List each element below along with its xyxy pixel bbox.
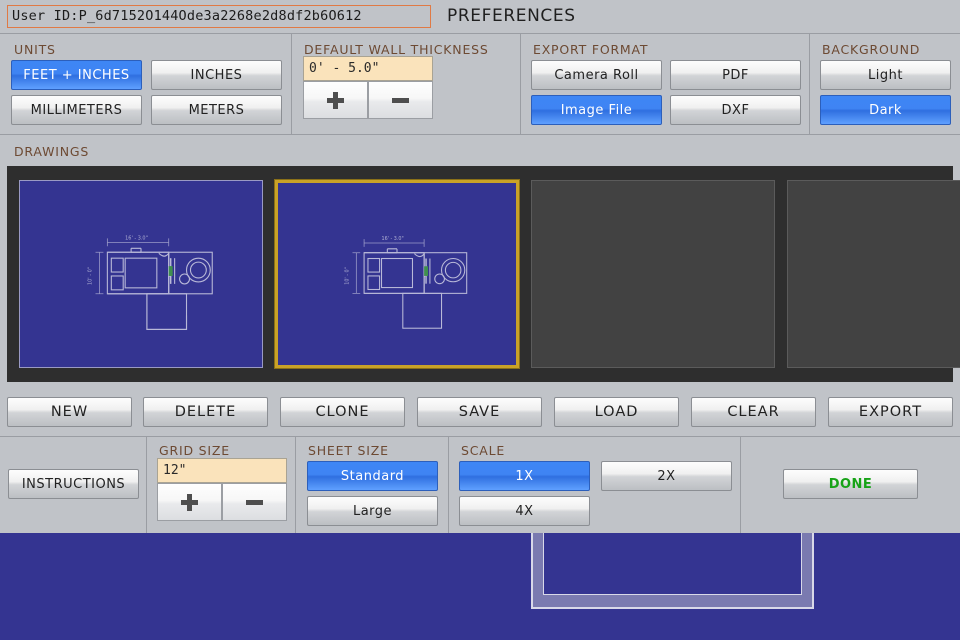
- scale-option-4x[interactable]: 4X: [459, 496, 590, 526]
- units-option-feet-inches[interactable]: FEET + INCHES: [11, 60, 142, 90]
- svg-text:10' - 0": 10' - 0": [88, 267, 94, 285]
- load-button[interactable]: LOAD: [554, 397, 679, 427]
- preferences-panel: User ID:P_6d7152O144Ode3a2268e2d8df2b6O6…: [0, 0, 960, 533]
- bottom-settings-strip: INSTRUCTIONS GRID SIZE 12" SHEET SIZE St…: [0, 436, 960, 533]
- wall-thickness-increase-button[interactable]: [303, 81, 368, 119]
- sheet-size-option-large[interactable]: Large: [307, 496, 438, 526]
- canvas-wall-inner: [543, 527, 802, 595]
- clear-button[interactable]: CLEAR: [691, 397, 816, 427]
- save-button[interactable]: SAVE: [417, 397, 542, 427]
- wall-thickness-group-title: DEFAULT WALL THICKNESS: [304, 42, 489, 57]
- drawings-tray: 16' - 3.0" 10' - 0" 16' - 3.0" 10' - 0": [7, 166, 960, 382]
- grid-size-group-title: GRID SIZE: [159, 443, 230, 458]
- settings-strip: UNITS FEET + INCHES INCHES MILLIMETERS M…: [0, 34, 960, 135]
- svg-text:16' - 3.0": 16' - 3.0": [382, 236, 404, 242]
- background-option-light[interactable]: Light: [820, 60, 951, 90]
- export-button[interactable]: EXPORT: [828, 397, 953, 427]
- grid-size-group: GRID SIZE 12": [148, 437, 296, 533]
- grid-size-decrease-button[interactable]: [222, 483, 287, 521]
- grid-size-increase-button[interactable]: [157, 483, 222, 521]
- plus-icon: [327, 91, 344, 109]
- grid-size-value[interactable]: 12": [157, 458, 287, 483]
- background-group: BACKGROUND Light Dark: [811, 34, 960, 134]
- sheet-size-group: SHEET SIZE Standard Large: [297, 437, 449, 533]
- units-option-inches[interactable]: INCHES: [151, 60, 282, 90]
- scale-group-title: SCALE: [461, 443, 506, 458]
- user-id-field[interactable]: User ID:P_6d7152O144Ode3a2268e2d8df2b6O6…: [7, 5, 431, 28]
- drawing-thumbnail-2: 16' - 3.0" 10' - 0": [345, 236, 468, 329]
- export-format-option-pdf[interactable]: PDF: [670, 60, 801, 90]
- export-format-option-dxf[interactable]: DXF: [670, 95, 801, 125]
- drawing-thumbnail-1: 16' - 3.0" 10' - 0": [88, 235, 213, 330]
- minus-icon: [246, 499, 263, 505]
- export-format-option-camera-roll[interactable]: Camera Roll: [531, 60, 662, 90]
- minus-icon: [392, 97, 409, 103]
- wall-thickness-group: DEFAULT WALL THICKNESS 0' - 5.0": [293, 34, 521, 134]
- units-group: UNITS FEET + INCHES INCHES MILLIMETERS M…: [0, 34, 292, 134]
- plus-icon: [181, 493, 198, 511]
- done-group: DONE: [742, 437, 960, 533]
- panel-header: User ID:P_6d7152O144Ode3a2268e2d8df2b6O6…: [0, 0, 960, 34]
- svg-text:10' - 0": 10' - 0": [345, 267, 351, 285]
- scale-option-1x[interactable]: 1X: [459, 461, 590, 491]
- new-button[interactable]: NEW: [7, 397, 132, 427]
- svg-text:16' - 3.0": 16' - 3.0": [125, 235, 148, 241]
- units-option-meters[interactable]: METERS: [151, 95, 282, 125]
- drawing-slot-4[interactable]: [787, 180, 960, 368]
- page-title: PREFERENCES: [447, 6, 576, 26]
- instructions-group: INSTRUCTIONS: [0, 437, 147, 533]
- scale-option-2x[interactable]: 2X: [601, 461, 732, 491]
- units-group-title: UNITS: [14, 42, 56, 57]
- drawings-section-title: DRAWINGS: [14, 144, 90, 159]
- export-format-group-title: EXPORT FORMAT: [533, 42, 649, 57]
- background-group-title: BACKGROUND: [822, 42, 921, 57]
- drawing-actions-toolbar: NEW DELETE CLONE SAVE LOAD CLEAR EXPORT: [0, 393, 960, 436]
- drawing-slot-1[interactable]: 16' - 3.0" 10' - 0": [19, 180, 263, 368]
- units-option-millimeters[interactable]: MILLIMETERS: [11, 95, 142, 125]
- instructions-button[interactable]: INSTRUCTIONS: [8, 469, 139, 499]
- export-format-option-image-file[interactable]: Image File: [531, 95, 662, 125]
- sheet-size-option-standard[interactable]: Standard: [307, 461, 438, 491]
- app-root: User ID:P_6d7152O144Ode3a2268e2d8df2b6O6…: [0, 0, 960, 640]
- export-format-group: EXPORT FORMAT Camera Roll PDF Image File…: [522, 34, 810, 134]
- delete-button[interactable]: DELETE: [143, 397, 268, 427]
- wall-thickness-decrease-button[interactable]: [368, 81, 433, 119]
- drawing-slot-3[interactable]: [531, 180, 775, 368]
- sheet-size-group-title: SHEET SIZE: [308, 443, 389, 458]
- scale-group: SCALE 1X 2X 4X: [450, 437, 741, 533]
- clone-button[interactable]: CLONE: [280, 397, 405, 427]
- drawing-slot-2[interactable]: 16' - 3.0" 10' - 0": [274, 179, 520, 369]
- done-button[interactable]: DONE: [783, 469, 918, 499]
- background-option-dark[interactable]: Dark: [820, 95, 951, 125]
- wall-thickness-value[interactable]: 0' - 5.0": [303, 56, 433, 81]
